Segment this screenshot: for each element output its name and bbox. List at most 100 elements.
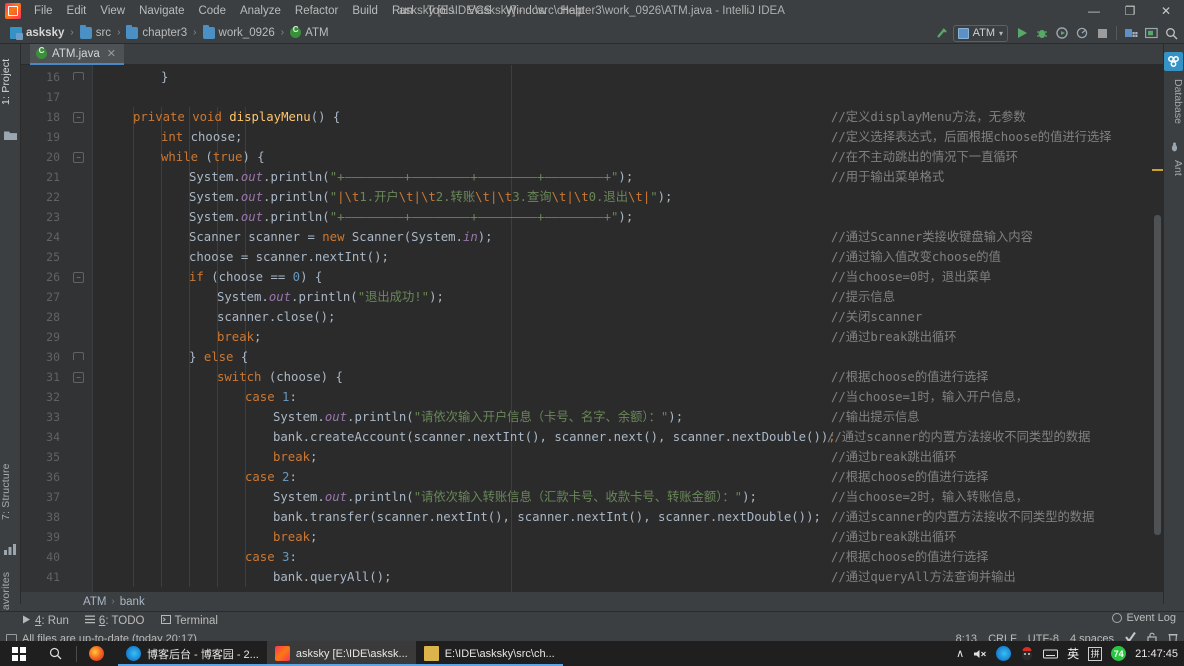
breadcrumb-item-atm[interactable]: ATM xyxy=(286,26,332,40)
code-line[interactable]: System.out.println("+————————+————————+—… xyxy=(101,167,633,187)
taskbar-item-firefox[interactable] xyxy=(81,641,118,666)
structure-icon[interactable] xyxy=(4,542,17,554)
code-line[interactable]: } xyxy=(101,67,168,87)
tool-window-run[interactable]: 4: Run xyxy=(22,615,69,627)
code-line[interactable]: System.out.println("|\t1.开户\t|\t2.转账\t|\… xyxy=(101,187,672,207)
stop-icon[interactable] xyxy=(1093,24,1111,42)
code-fold-toggle[interactable]: − xyxy=(73,372,84,383)
profile-icon[interactable] xyxy=(1073,24,1091,42)
code-line[interactable]: if (choose == 0) { xyxy=(101,267,322,287)
line-number: 35 xyxy=(34,447,60,467)
editor-breadcrumb-class[interactable]: ATM xyxy=(83,596,106,608)
line-number: 17 xyxy=(34,87,60,107)
code-token: println xyxy=(354,490,406,504)
qq-icon[interactable] xyxy=(1020,647,1034,661)
tool-window-terminal[interactable]: Terminal xyxy=(161,615,218,627)
breadcrumb-item-work-0926[interactable]: work_0926 xyxy=(199,26,279,40)
code-line[interactable]: break; xyxy=(101,447,317,467)
code-token: case xyxy=(245,390,282,404)
code-line[interactable]: int choose; xyxy=(101,127,242,147)
breadcrumb-item-chapter3[interactable]: chapter3 xyxy=(122,26,191,40)
tool-window-todo[interactable]: 6: TODO xyxy=(85,615,145,627)
event-log-button[interactable]: Event Log xyxy=(1112,612,1176,624)
edge-tray-icon[interactable] xyxy=(996,646,1011,661)
sidebar-item-database[interactable]: Database xyxy=(1163,74,1184,128)
maximize-button[interactable]: ❐ xyxy=(1112,0,1148,22)
code-line[interactable]: System.out.println("请依次输入开户信息（卡号、名字、余额）：… xyxy=(101,407,683,427)
code-line[interactable]: break; xyxy=(101,327,261,347)
close-button[interactable]: ✕ xyxy=(1148,0,1184,22)
code-fold-toggle[interactable] xyxy=(73,352,84,360)
menu-view[interactable]: View xyxy=(93,3,132,19)
menu-file[interactable]: File xyxy=(27,3,60,19)
taskbar-clock[interactable]: 21:47:45 xyxy=(1135,648,1178,660)
code-line[interactable]: System.out.println("退出成功!"); xyxy=(101,287,444,307)
code-line[interactable]: private void displayMenu() { xyxy=(101,107,340,127)
code-line[interactable]: scanner.close(); xyxy=(101,307,335,327)
chevron-up-icon[interactable]: ∧ xyxy=(956,647,964,660)
code-line[interactable]: bank.queryAll(); xyxy=(101,567,391,587)
breadcrumb-item-asksky[interactable]: asksky xyxy=(6,26,68,40)
search-everywhere-icon[interactable] xyxy=(1162,24,1180,42)
menu-navigate[interactable]: Navigate xyxy=(132,3,191,19)
code-line[interactable]: Scanner scanner = new Scanner(System.in)… xyxy=(101,227,493,247)
code-line[interactable]: while (true) { xyxy=(101,147,265,167)
code-line[interactable]: case 1: xyxy=(101,387,297,407)
code-line[interactable]: switch (choose) { xyxy=(101,367,343,387)
notification-badge[interactable]: 74 xyxy=(1111,646,1126,661)
code-line[interactable]: } else { xyxy=(101,347,248,367)
taskbar-item-explorer[interactable]: E:\IDE\asksky\src\ch... xyxy=(416,641,563,666)
code-fold-toggle[interactable]: − xyxy=(73,152,84,163)
taskbar-item-browser[interactable]: 博客后台 - 博客园 - 2... xyxy=(118,641,267,666)
code-content[interactable]: }private void displayMenu() {//定义display… xyxy=(93,65,1163,592)
code-line[interactable]: System.out.println("+————————+————————+—… xyxy=(101,207,633,227)
volume-muted-icon[interactable] xyxy=(973,648,987,660)
minimize-button[interactable]: — xyxy=(1076,0,1112,22)
windows-start-icon[interactable] xyxy=(0,641,38,666)
search-icon[interactable] xyxy=(38,641,72,666)
sidebar-item-structure[interactable]: 7: Structure xyxy=(0,448,21,536)
run-icon[interactable] xyxy=(1013,24,1031,42)
code-line[interactable]: bank.createAccount(scanner.nextInt(), sc… xyxy=(101,427,836,447)
editor-tab-atm-java[interactable]: ATM.java ✕ xyxy=(30,44,124,65)
sidebar-item-project[interactable]: 1: Project xyxy=(0,46,21,118)
close-icon[interactable]: ✕ xyxy=(107,47,116,60)
taskbar-item-intellij[interactable]: asksky [E:\IDE\asksk... xyxy=(267,641,416,666)
debug-icon[interactable] xyxy=(1033,24,1051,42)
scrollbar-thumb[interactable] xyxy=(1154,215,1161,535)
code-fold-toggle[interactable] xyxy=(73,72,84,80)
build-hammer-icon[interactable] xyxy=(933,24,951,42)
ime-mode-icon[interactable]: 拼 xyxy=(1088,647,1102,661)
menu-analyze[interactable]: Analyze xyxy=(233,3,288,19)
code-line[interactable]: System.out.println("请依次输入转账信息（汇款卡号、收款卡号、… xyxy=(101,487,757,507)
menu-code[interactable]: Code xyxy=(191,3,233,19)
line-number: 30 xyxy=(34,347,60,367)
menu-edit[interactable]: Edit xyxy=(60,3,94,19)
editor-scrollbar[interactable] xyxy=(1152,65,1163,592)
editor-gutter[interactable]: 161718−1920−212223242526−2728293031−3233… xyxy=(21,65,93,592)
run-configuration-selector[interactable]: ATM ▾ xyxy=(953,25,1008,42)
project-folder-icon[interactable] xyxy=(4,128,17,140)
menu-refactor[interactable]: Refactor xyxy=(288,3,345,19)
run-with-coverage-icon[interactable] xyxy=(1053,24,1071,42)
code-line[interactable]: choose = scanner.nextInt(); xyxy=(101,247,389,267)
code-line[interactable]: case 3: xyxy=(101,547,297,567)
sidebar-item-ant[interactable]: Ant xyxy=(1163,154,1184,182)
breadcrumb-item-src[interactable]: src xyxy=(76,26,115,40)
keyboard-icon[interactable] xyxy=(1043,649,1058,659)
code-line[interactable]: bank.transfer(scanner.nextInt(), scanner… xyxy=(101,507,821,527)
editor-breadcrumb: ATM › bank xyxy=(21,592,1163,611)
code-fold-toggle[interactable]: − xyxy=(73,272,84,283)
editor-breadcrumb-field[interactable]: bank xyxy=(120,596,145,608)
warning-marker[interactable] xyxy=(1152,169,1163,171)
code-editor[interactable]: 161718−1920−212223242526−2728293031−3233… xyxy=(21,65,1163,592)
breadcrumb-label: chapter3 xyxy=(142,27,187,39)
code-line[interactable]: break; xyxy=(101,527,317,547)
code-line[interactable]: case 2: xyxy=(101,467,297,487)
code-fold-toggle[interactable]: − xyxy=(73,112,84,123)
update-project-icon[interactable] xyxy=(1142,24,1160,42)
menu-build[interactable]: Build xyxy=(345,3,385,19)
project-structure-icon[interactable] xyxy=(1122,24,1140,42)
ime-language-icon[interactable]: 英 xyxy=(1067,645,1079,662)
database-tool-button[interactable] xyxy=(1164,52,1183,71)
